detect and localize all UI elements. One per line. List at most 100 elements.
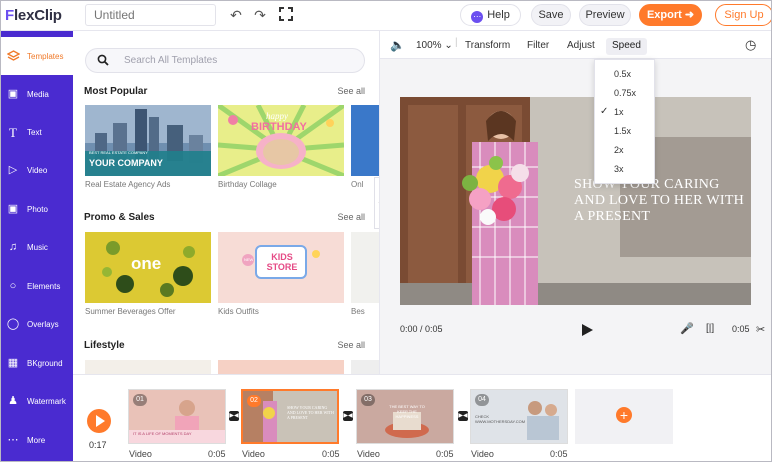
top-bar: FlexClip ↶ ↷ ⋯Help Save Preview Export ➜… xyxy=(1,1,771,31)
clip-number: 04 xyxy=(475,394,489,406)
add-clip-button[interactable]: + xyxy=(575,389,673,444)
clip-duration: 0:05 xyxy=(208,449,226,459)
layers-icon xyxy=(6,50,20,63)
section-title-most-popular: Most Popular xyxy=(84,86,148,97)
transform-tool[interactable]: Transform xyxy=(465,40,510,51)
template-thumb-lifestyle-1[interactable] xyxy=(85,360,211,374)
clip-number: 02 xyxy=(247,395,261,407)
background-icon: ▦ xyxy=(7,357,19,369)
template-thumb-partial[interactable] xyxy=(351,105,379,176)
template-label: Birthday Collage xyxy=(218,180,277,189)
template-thumb-summer-beverages[interactable]: one xyxy=(85,232,211,303)
timeline-clip[interactable]: 01 IT IS A LIFE OF MOMENTS DAY xyxy=(128,389,226,444)
template-label: Onl xyxy=(351,180,364,189)
video-overlay-text[interactable]: SHOW YOUR CARING AND LOVE TO HER WITH A … xyxy=(574,177,751,225)
template-thumb-birthday[interactable]: happy BIRTHDAY xyxy=(218,105,344,176)
sidebar-item-more[interactable]: ⋯ More xyxy=(1,421,73,459)
template-thumb-lifestyle-2[interactable] xyxy=(218,360,344,374)
transition-icon[interactable]: ▶◀ xyxy=(229,411,239,421)
zoom-select[interactable]: 100% ⌄ xyxy=(416,40,453,51)
sidebar-item-templates[interactable]: Templates xyxy=(1,37,73,75)
split-icon[interactable]: [|] xyxy=(706,323,714,334)
sidebar-item-watermark[interactable]: ♟ Watermark xyxy=(1,382,73,420)
adjust-tool[interactable]: Adjust xyxy=(567,40,595,51)
more-icon: ⋯ xyxy=(7,434,19,446)
speed-tool[interactable]: Speed xyxy=(606,38,647,55)
timeline: 0:17 01 IT IS A LIFE OF MOMENTS DAY Vide… xyxy=(73,374,771,461)
clock-icon[interactable]: ◷ xyxy=(745,37,756,53)
flexclip-editor: FlexClip ↶ ↷ ⋯Help Save Preview Export ➜… xyxy=(0,0,772,462)
editor-toolbar: 🔈 100% ⌄ | Transform Filter Adjust Speed… xyxy=(380,31,771,59)
sidebar-item-overlays[interactable]: ◯ Overlays xyxy=(1,305,73,343)
clip-number: 03 xyxy=(361,394,375,406)
clip-name: Video xyxy=(242,449,265,459)
flexclip-logo[interactable]: FlexClip xyxy=(5,7,62,24)
clip-number: 01 xyxy=(133,394,147,406)
play-icon[interactable] xyxy=(580,323,594,337)
template-label: Bes xyxy=(351,307,365,316)
redo-icon[interactable]: ↷ xyxy=(252,7,268,23)
clip-name: Video xyxy=(357,449,380,459)
photo-icon: ▣ xyxy=(7,203,19,215)
video-icon: ▷ xyxy=(8,164,18,176)
speed-option[interactable]: 1.5x xyxy=(595,122,656,141)
current-time: 0:00 / 0:05 xyxy=(400,324,443,334)
save-button[interactable]: Save xyxy=(531,4,571,26)
speed-option[interactable]: 0.75x xyxy=(595,84,656,103)
clip-duration: 0:05 xyxy=(732,324,750,334)
help-button[interactable]: ⋯ Help xyxy=(460,4,521,26)
timeline-clip[interactable]: 03 THE BEST WAY TO KEEP THE HAPPINESS xyxy=(356,389,454,444)
arrow-right-icon: ➜ xyxy=(684,9,695,21)
timeline-play-button[interactable] xyxy=(87,409,111,433)
speed-option[interactable]: 3x xyxy=(595,160,656,179)
sidebar-item-music[interactable]: ♫ Music xyxy=(1,228,73,266)
template-thumb-partial[interactable] xyxy=(351,360,379,374)
scissors-icon[interactable]: ✂ xyxy=(756,323,765,336)
sidebar-item-video[interactable]: ▷ Video xyxy=(1,151,73,189)
clip-duration: 0:05 xyxy=(436,449,454,459)
help-icon: ⋯ xyxy=(471,11,484,23)
template-label: Real Estate Agency Ads xyxy=(85,180,171,189)
speed-option[interactable]: 2x xyxy=(595,141,656,160)
editor-area: 🔈 100% ⌄ | Transform Filter Adjust Speed… xyxy=(379,31,771,374)
sidebar-item-elements[interactable]: ○ Elements xyxy=(1,267,73,305)
project-title-input[interactable] xyxy=(85,4,216,26)
timeline-total-time: 0:17 xyxy=(89,440,107,450)
sidebar-item-photo[interactable]: ▣ Photo xyxy=(1,190,73,228)
see-all-link[interactable]: See all xyxy=(337,340,365,350)
sidebar-item-media[interactable]: ▣ Media xyxy=(1,75,73,113)
speed-dropdown: 0.5x 0.75x ✓ 1x 1.5x 2x 3x xyxy=(594,59,655,184)
volume-icon[interactable]: 🔈 xyxy=(390,38,405,52)
transition-icon[interactable]: ▶◀ xyxy=(343,411,353,421)
speed-option[interactable]: 0.5x xyxy=(595,65,656,84)
filter-tool[interactable]: Filter xyxy=(527,40,549,51)
elements-icon: ○ xyxy=(9,280,17,292)
speed-option-selected[interactable]: ✓ 1x xyxy=(595,103,656,122)
clip-name: Video xyxy=(471,449,494,459)
plus-icon: + xyxy=(616,407,632,423)
timeline-clip-selected[interactable]: 02 SHOW YOUR CARING AND LOVE TO HER WITH… xyxy=(241,389,339,444)
undo-icon[interactable]: ↶ xyxy=(228,7,244,23)
overlays-icon: ◯ xyxy=(6,318,20,330)
see-all-link[interactable]: See all xyxy=(337,212,365,222)
sidebar-item-text[interactable]: T Text xyxy=(1,113,73,151)
export-button[interactable]: Export ➜ xyxy=(639,4,702,26)
signup-button[interactable]: Sign Up xyxy=(715,4,771,26)
toolbar-divider: | xyxy=(455,37,458,48)
microphone-icon[interactable]: 🎤 xyxy=(680,322,694,335)
fullscreen-icon[interactable] xyxy=(278,7,294,23)
sidebar-item-background[interactable]: ▦ BKground xyxy=(1,344,73,382)
watermark-icon: ♟ xyxy=(8,395,18,407)
timeline-clip[interactable]: 04 CHECK WWW.MOTHERSDAY.COM xyxy=(470,389,568,444)
transition-icon[interactable]: ▶◀ xyxy=(458,411,468,421)
preview-button[interactable]: Preview xyxy=(579,4,631,26)
template-thumb-partial[interactable] xyxy=(351,232,379,303)
preview-canvas[interactable]: SHOW YOUR CARING AND LOVE TO HER WITH A … xyxy=(400,97,751,305)
see-all-link[interactable]: See all xyxy=(337,86,365,96)
template-thumb-kids-outfits[interactable]: KIDS STORE NEW xyxy=(218,232,344,303)
clip-duration: 0:05 xyxy=(322,449,340,459)
template-search-input[interactable]: Search All Templates xyxy=(85,48,365,73)
templates-panel: Search All Templates Most Popular See al… xyxy=(73,31,379,374)
section-title-lifestyle: Lifestyle xyxy=(84,340,125,351)
template-thumb-real-estate[interactable]: BEST REAL ESTATE COMPANY YOUR COMPANY xyxy=(85,105,211,176)
